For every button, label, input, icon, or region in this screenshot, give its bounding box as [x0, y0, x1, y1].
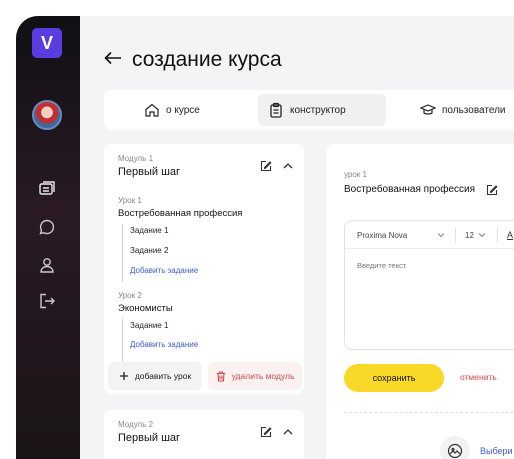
lesson-title[interactable]: Экономисты — [118, 303, 173, 314]
tree-line — [122, 224, 123, 282]
edit-icon[interactable] — [260, 426, 272, 438]
app-logo[interactable]: V — [32, 28, 62, 58]
module-title: Первый шаг — [118, 432, 181, 444]
lesson-editor-label: урок 1 — [344, 170, 367, 179]
chevron-up-icon[interactable] — [282, 426, 294, 438]
font-family-select[interactable]: Proxima Nova — [357, 231, 407, 240]
chevron-up-icon[interactable] — [282, 160, 294, 172]
clipboard-icon — [270, 102, 282, 118]
editor-placeholder: Введите текст — [357, 261, 407, 270]
task-item[interactable]: Задание 1 — [130, 321, 168, 330]
lesson-label: Урок 1 — [118, 196, 142, 205]
task-item[interactable]: Задание 1 — [130, 226, 168, 235]
tree-line — [122, 319, 123, 361]
editor-toolbar: Proxima Nova 12 A — [345, 221, 514, 249]
module-title: Первый шаг — [118, 166, 181, 178]
font-size-select[interactable]: 12 — [465, 231, 474, 240]
graduation-cap-icon — [420, 104, 436, 115]
add-task-link[interactable]: Добавить задание — [130, 266, 198, 275]
delete-module-label: удалить модуль — [231, 371, 295, 381]
courses-icon[interactable] — [38, 180, 56, 198]
sidebar: V — [16, 16, 80, 459]
back-arrow-icon[interactable] — [104, 51, 122, 65]
delete-module-button[interactable]: удалить модуль — [208, 362, 302, 390]
edit-icon[interactable] — [260, 160, 272, 172]
main-area: создание курса о курсе конструктор польз… — [80, 16, 514, 459]
page-title: создание курса — [132, 48, 282, 71]
app-window: V создание курса о курсе конструктор пол… — [16, 16, 514, 459]
rich-text-editor[interactable]: Proxima Nova 12 A Введите текст — [344, 220, 514, 350]
trash-icon — [216, 370, 225, 382]
edit-icon[interactable] — [486, 184, 498, 196]
lesson-editor-panel: урок 1 Востребованная профессия Proxima … — [326, 144, 514, 459]
save-button[interactable]: сохранить — [344, 364, 444, 392]
home-icon — [145, 103, 159, 117]
tab-constructor[interactable]: конструктор — [258, 94, 386, 126]
tab-users[interactable]: пользователи — [410, 94, 514, 126]
user-icon[interactable] — [38, 256, 56, 274]
tab-label: конструктор — [290, 104, 346, 116]
tab-label: о курсе — [166, 104, 200, 116]
image-upload-button[interactable] — [440, 436, 470, 459]
plus-icon — [119, 372, 128, 380]
module-label: Модуль 2 — [118, 420, 154, 429]
module-label: Модуль 1 — [118, 154, 154, 163]
image-icon — [447, 443, 463, 459]
choose-file-link[interactable]: Выбери — [480, 446, 513, 456]
lesson-label: Урок 2 — [118, 291, 142, 300]
tab-label: пользователи — [442, 104, 506, 116]
lesson-editor-title: Востребованная профессия — [344, 184, 476, 195]
divider — [344, 412, 514, 413]
add-lesson-button[interactable]: добавить урок — [108, 362, 202, 390]
add-lesson-label: добавить урок — [134, 371, 192, 381]
chevron-down-icon[interactable] — [437, 232, 445, 238]
task-item[interactable]: Задание 2 — [130, 246, 168, 255]
lesson-title[interactable]: Востребованная профессия — [118, 208, 242, 219]
logout-icon[interactable] — [38, 292, 56, 310]
toolbar-divider — [497, 227, 498, 243]
cancel-button[interactable]: отменить — [460, 372, 497, 382]
toolbar-divider — [455, 227, 456, 243]
tab-about[interactable]: о курсе — [134, 94, 210, 126]
module-card: Модуль 2 Первый шаг — [104, 410, 304, 459]
avatar[interactable] — [32, 100, 62, 130]
module-card: Модуль 1 Первый шаг Урок 1 Востребованна… — [104, 144, 304, 394]
chevron-down-icon[interactable] — [478, 232, 486, 238]
tab-bar: о курсе конструктор пользователи — [104, 90, 514, 130]
text-color-button[interactable]: A — [507, 230, 513, 240]
chat-icon[interactable] — [38, 218, 56, 236]
header: создание курса — [80, 16, 514, 90]
add-task-link[interactable]: Добавить задание — [130, 340, 198, 349]
